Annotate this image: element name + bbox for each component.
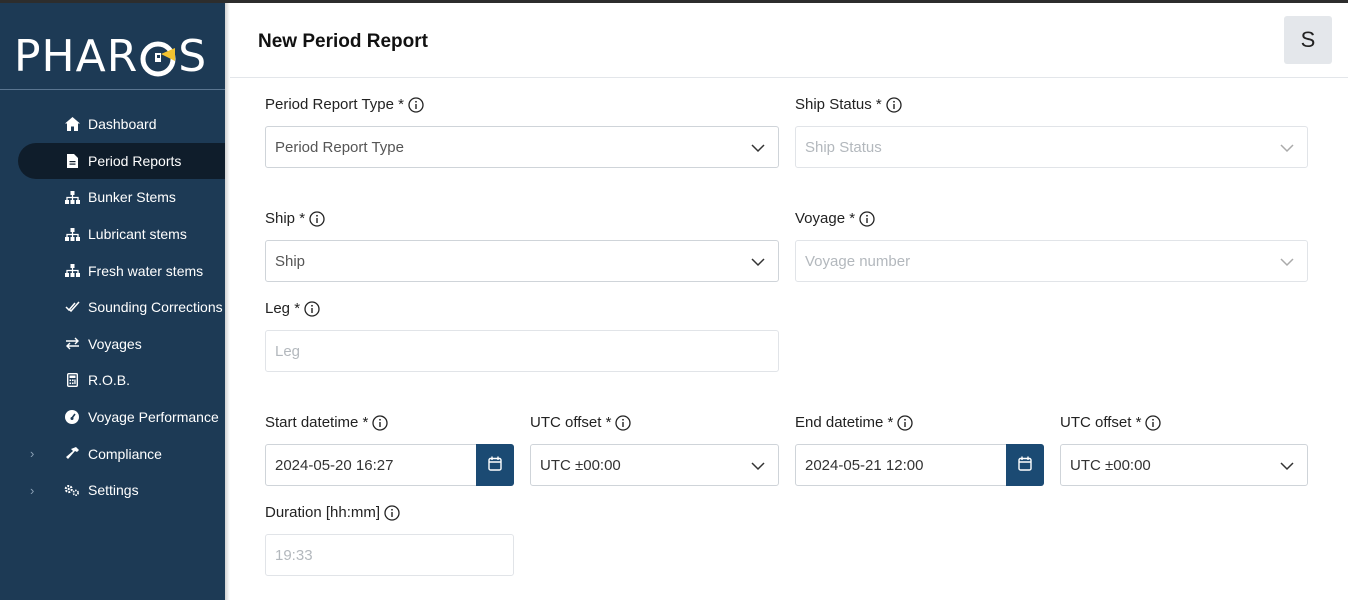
ship-status-label: Ship Status * <box>795 96 902 113</box>
chevron-down-icon <box>1279 458 1295 474</box>
sidebar-item-label: Lubricant stems <box>88 226 187 243</box>
chevron-down-icon <box>750 254 766 270</box>
sidebar-item-fresh-water-stems[interactable]: Fresh water stems <box>0 252 225 289</box>
duration-label: Duration [hh:mm] <box>265 504 400 521</box>
chevron-right-icon[interactable]: › <box>30 446 34 461</box>
document-icon <box>64 153 80 169</box>
sidebar-nav: Dashboard Period Reports Bunker Stems Lu… <box>0 106 225 509</box>
lighthouse-o-icon <box>139 37 177 77</box>
end-datetime-input[interactable]: 2024-05-21 12:00 <box>795 444 1044 486</box>
sidebar-item-sounding-corrections[interactable]: Sounding Corrections <box>0 289 225 326</box>
page-header: New Period Report S <box>230 3 1348 78</box>
sitemap-icon <box>64 263 80 279</box>
pharos-logo[interactable]: PHAR S <box>14 31 207 82</box>
sidebar-item-label: R.O.B. <box>88 372 131 389</box>
duration-input: 19:33 <box>265 534 514 576</box>
sidebar-item-label: Compliance <box>88 445 162 462</box>
hammer-icon <box>64 446 80 462</box>
leg-input[interactable]: Leg <box>265 330 779 372</box>
info-icon[interactable] <box>897 414 914 431</box>
period-report-type-label: Period Report Type * <box>265 96 424 113</box>
cogs-icon <box>64 482 80 498</box>
double-check-icon <box>64 299 80 315</box>
info-icon[interactable] <box>1145 414 1162 431</box>
logo-divider <box>0 89 225 90</box>
chevron-down-icon <box>1279 254 1295 270</box>
sidebar: PHAR S Dashboard Period Reports Bunker S… <box>0 3 225 600</box>
info-icon[interactable] <box>408 96 424 113</box>
page-title: New Period Report <box>258 31 428 52</box>
info-icon[interactable] <box>372 414 389 431</box>
end-datetime-label: End datetime * <box>795 414 914 431</box>
sidebar-item-label: Period Reports <box>88 152 182 169</box>
sitemap-icon <box>64 189 80 205</box>
sidebar-item-bunker-stems[interactable]: Bunker Stems <box>0 179 225 216</box>
sidebar-item-label: Sounding Corrections <box>88 299 223 316</box>
chevron-down-icon <box>1279 140 1295 156</box>
start-datetime-label: Start datetime * <box>265 414 389 431</box>
sidebar-item-rob[interactable]: R.O.B. <box>0 362 225 399</box>
calendar-button[interactable] <box>1006 444 1044 486</box>
home-icon <box>64 116 80 132</box>
leg-label: Leg * <box>265 300 320 317</box>
info-icon[interactable] <box>304 300 320 317</box>
end-utc-offset-select[interactable]: UTC ±00:00 <box>1060 444 1308 486</box>
sidebar-item-label: Fresh water stems <box>88 262 204 279</box>
sidebar-item-voyages[interactable]: Voyages <box>0 326 225 363</box>
start-utc-offset-label: UTC offset * <box>530 414 632 431</box>
user-avatar[interactable]: S <box>1284 16 1332 64</box>
sidebar-item-voyage-performance[interactable]: Voyage Performance <box>0 399 225 436</box>
calendar-icon <box>1018 456 1032 475</box>
start-utc-offset-select[interactable]: UTC ±00:00 <box>530 444 779 486</box>
start-datetime-input[interactable]: 2024-05-20 16:27 <box>265 444 514 486</box>
calculator-icon <box>64 372 80 388</box>
info-icon[interactable] <box>384 504 400 521</box>
gauge-icon <box>64 409 80 425</box>
sidebar-item-lubricant-stems[interactable]: Lubricant stems <box>0 216 225 253</box>
info-icon[interactable] <box>309 210 325 227</box>
sidebar-item-label: Bunker Stems <box>88 189 176 206</box>
info-icon[interactable] <box>615 414 632 431</box>
swap-arrows-icon <box>64 336 80 352</box>
ship-select[interactable]: Ship <box>265 240 779 282</box>
info-icon[interactable] <box>859 210 875 227</box>
voyage-select[interactable]: Voyage number <box>795 240 1308 282</box>
chevron-right-icon[interactable]: › <box>30 483 34 498</box>
sidebar-item-label: Voyages <box>88 335 142 352</box>
period-report-type-select[interactable]: Period Report Type <box>265 126 779 168</box>
sidebar-item-dashboard[interactable]: Dashboard <box>0 106 225 143</box>
calendar-button[interactable] <box>476 444 514 486</box>
end-utc-offset-label: UTC offset * <box>1060 414 1162 431</box>
sidebar-item-compliance[interactable]: › Compliance <box>0 435 225 472</box>
calendar-icon <box>488 456 502 475</box>
sidebar-item-label: Voyage Performance <box>88 409 219 426</box>
sidebar-shadow <box>225 3 230 600</box>
sitemap-icon <box>64 226 80 242</box>
sidebar-item-settings[interactable]: › Settings <box>0 472 225 509</box>
voyage-label: Voyage * <box>795 210 875 227</box>
chevron-down-icon <box>750 458 766 474</box>
ship-status-select[interactable]: Ship Status <box>795 126 1308 168</box>
sidebar-item-label: Settings <box>88 482 139 499</box>
chevron-down-icon <box>750 140 766 156</box>
sidebar-item-period-reports[interactable]: Period Reports <box>18 142 225 180</box>
info-icon[interactable] <box>886 96 902 113</box>
sidebar-item-label: Dashboard <box>88 116 157 133</box>
ship-label: Ship * <box>265 210 325 227</box>
